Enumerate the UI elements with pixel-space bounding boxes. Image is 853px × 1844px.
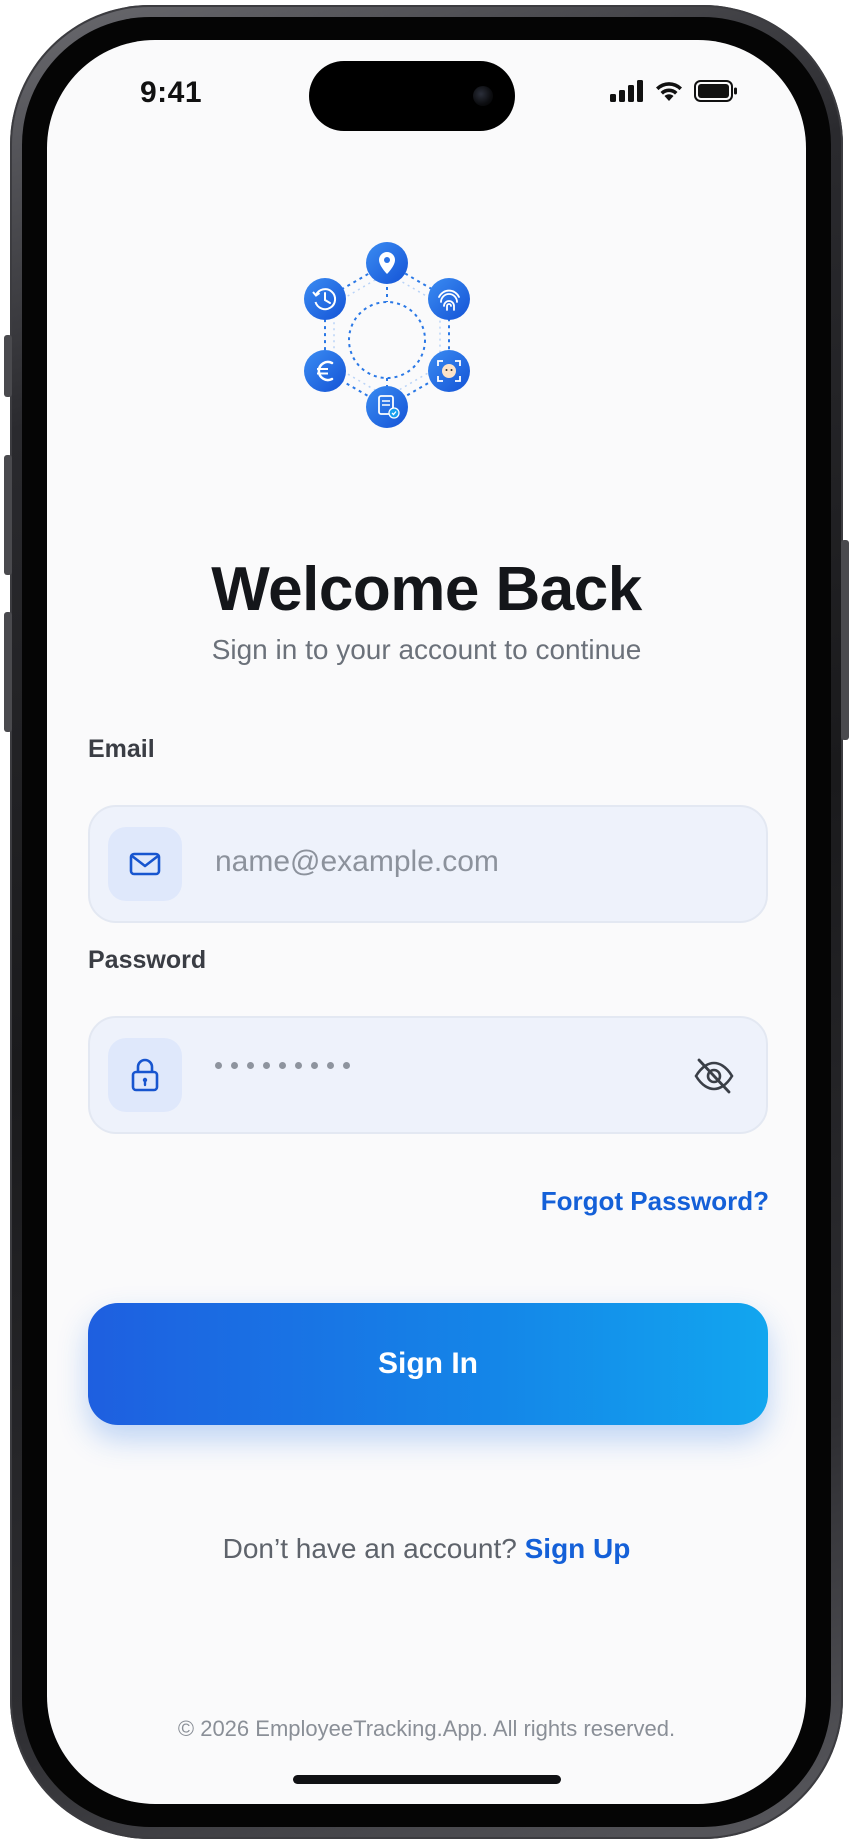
email-placeholder: name@example.com xyxy=(215,845,499,878)
email-icon-box xyxy=(108,827,182,901)
email-field[interactable]: name@example.com xyxy=(88,805,768,923)
volume-down-button xyxy=(4,612,12,732)
forgot-password-link[interactable]: Forgot Password? xyxy=(541,1186,769,1217)
home-indicator[interactable] xyxy=(293,1775,561,1784)
document-check-icon xyxy=(366,386,408,428)
euro-icon xyxy=(304,350,346,392)
password-masked-value xyxy=(215,1062,350,1069)
location-pin-icon xyxy=(366,242,408,284)
face-scan-icon xyxy=(428,350,470,392)
sign-up-link[interactable]: Sign Up xyxy=(525,1533,631,1564)
front-camera xyxy=(473,86,493,106)
status-time: 9:41 xyxy=(140,76,203,109)
email-label: Email xyxy=(88,735,155,763)
wifi-icon xyxy=(656,82,682,101)
volume-up-button xyxy=(4,455,12,575)
signup-row: Don’t have an account? Sign Up xyxy=(47,1533,806,1565)
password-field[interactable] xyxy=(88,1016,768,1134)
lock-icon xyxy=(131,1058,159,1092)
signup-prompt: Don’t have an account? xyxy=(222,1533,517,1564)
page-title: Welcome Back xyxy=(211,555,642,624)
fingerprint-icon xyxy=(428,278,470,320)
clock-history-icon xyxy=(304,278,346,320)
sign-in-button[interactable]: Sign In xyxy=(88,1303,768,1425)
phone-screen: 9:41 Welcome Back Sign in to your accoun… xyxy=(47,40,806,1804)
password-label: Password xyxy=(88,946,207,974)
battery-icon xyxy=(694,80,737,102)
status-icons xyxy=(610,80,738,102)
mail-icon xyxy=(129,852,161,876)
password-icon-box xyxy=(108,1038,182,1112)
footer-copyright: © 2026 EmployeeTracking.App. All rights … xyxy=(177,1716,676,1741)
action-button xyxy=(4,335,12,397)
eye-off-icon[interactable] xyxy=(692,1056,736,1096)
app-logo xyxy=(304,242,470,428)
power-button xyxy=(841,540,849,740)
cellular-signal-icon xyxy=(610,80,643,102)
page-subtitle: Sign in to your account to continue xyxy=(211,634,642,665)
dynamic-island xyxy=(309,61,515,131)
